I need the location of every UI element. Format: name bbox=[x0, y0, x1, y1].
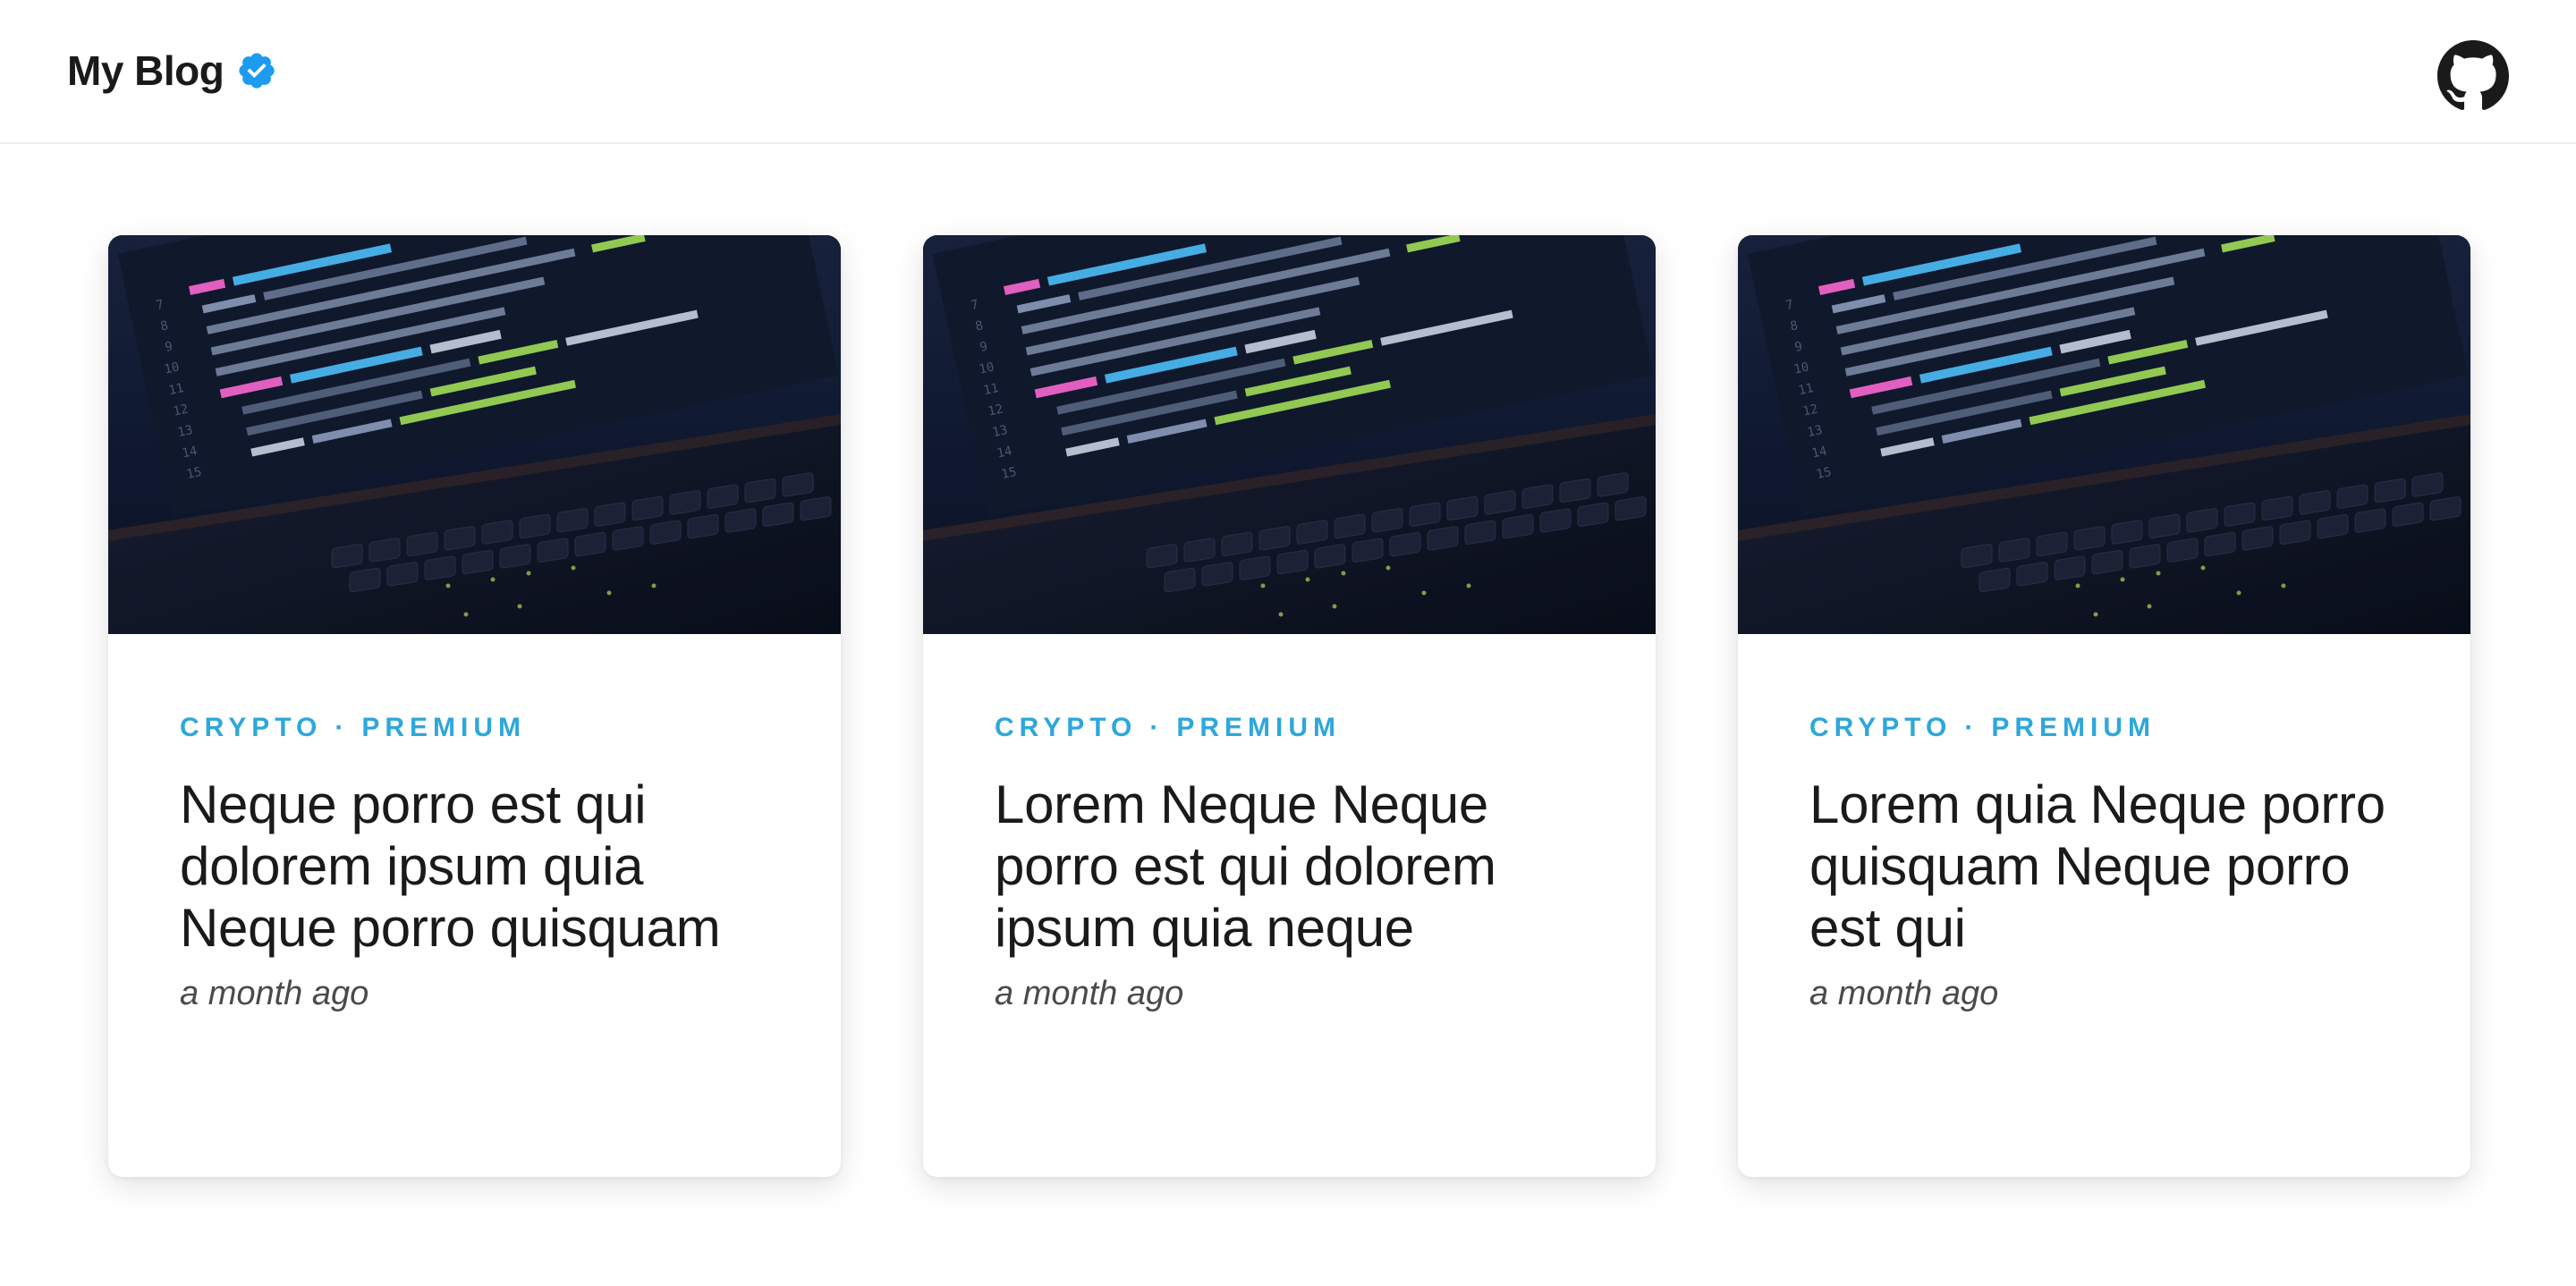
site-title[interactable]: My Blog bbox=[67, 47, 225, 95]
post-card-body: CRYPTO · PREMIUM Neque porro est qui dolor… bbox=[108, 713, 841, 1013]
tag-premium[interactable]: PREMIUM bbox=[1176, 713, 1341, 742]
tag-separator: · bbox=[1149, 713, 1165, 742]
post-title[interactable]: Lorem quia Neque porro quisquam Neque po… bbox=[1809, 774, 2399, 959]
post-card-body: CRYPTO · PREMIUM Lorem quia Neque porro qu… bbox=[1738, 713, 2470, 1013]
post-card[interactable]: CRYPTO · PREMIUM Lorem quia Neque porro qu… bbox=[1738, 235, 2470, 1177]
post-tags: CRYPTO · PREMIUM bbox=[180, 713, 769, 743]
tag-separator: · bbox=[335, 713, 350, 742]
post-thumbnail-image[interactable] bbox=[1738, 235, 2470, 634]
post-card-body: CRYPTO · PREMIUM Lorem Neque Neque porro e… bbox=[923, 713, 1656, 1013]
tag-separator: · bbox=[1964, 713, 1979, 742]
site-header: My Blog bbox=[0, 0, 2576, 144]
post-title[interactable]: Lorem Neque Neque porro est qui dolorem … bbox=[995, 774, 1584, 959]
post-thumbnail-image[interactable] bbox=[923, 235, 1656, 634]
github-icon[interactable] bbox=[2437, 40, 2509, 112]
post-thumbnail-image[interactable] bbox=[108, 235, 841, 634]
post-tags: CRYPTO · PREMIUM bbox=[1809, 713, 2399, 743]
post-grid: CRYPTO · PREMIUM Neque porro est qui dolor… bbox=[108, 235, 2470, 1177]
tag-crypto[interactable]: CRYPTO bbox=[995, 713, 1137, 742]
post-card[interactable]: CRYPTO · PREMIUM Neque porro est qui dolor… bbox=[108, 235, 841, 1177]
post-date: a month ago bbox=[180, 975, 369, 1012]
tag-crypto[interactable]: CRYPTO bbox=[1809, 713, 1952, 742]
post-title[interactable]: Neque porro est qui dolorem ipsum quia N… bbox=[180, 774, 769, 959]
verified-badge-icon bbox=[239, 53, 275, 89]
tag-crypto[interactable]: CRYPTO bbox=[180, 713, 322, 742]
tag-premium[interactable]: PREMIUM bbox=[1991, 713, 2156, 742]
post-date: a month ago bbox=[995, 975, 1184, 1012]
post-tags: CRYPTO · PREMIUM bbox=[995, 713, 1584, 743]
tag-premium[interactable]: PREMIUM bbox=[361, 713, 526, 742]
brand[interactable]: My Blog bbox=[67, 47, 277, 95]
post-date: a month ago bbox=[1809, 975, 1999, 1012]
post-card[interactable]: CRYPTO · PREMIUM Lorem Neque Neque porro e… bbox=[923, 235, 1656, 1177]
